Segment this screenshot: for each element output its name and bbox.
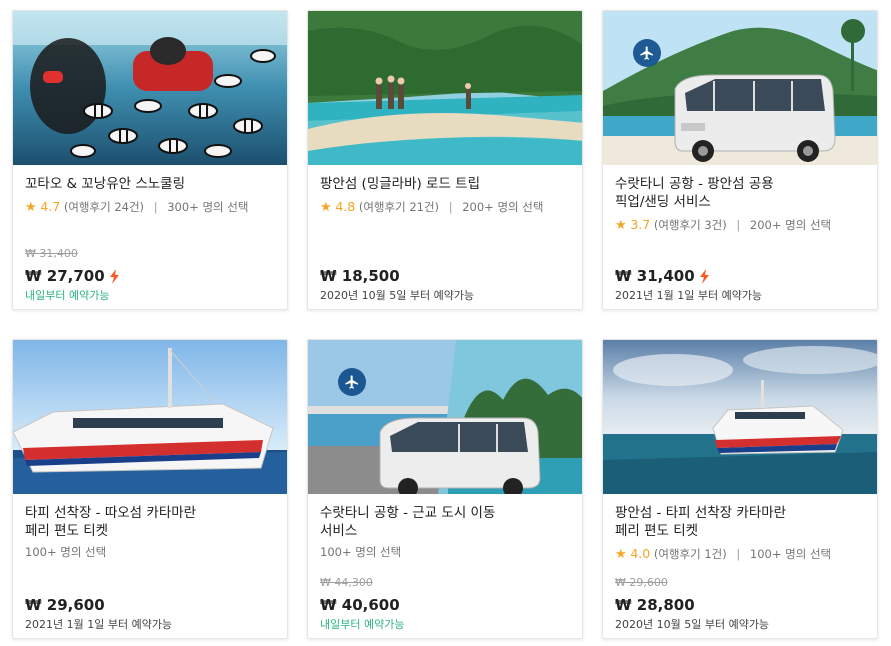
rating-value: 4.0: [630, 546, 651, 561]
product-image[interactable]: [603, 11, 877, 165]
availability-text: 2020년 10월 5일 부터 예약가능: [320, 289, 475, 302]
price-row: ₩ 28,800: [615, 596, 695, 614]
price-row: ₩ 40,600: [320, 596, 400, 614]
card-body: 팡안섬 (밍글라바) 로드 트립 ★ 4.8 (여행후기 21건) | 200+…: [320, 165, 572, 309]
review-count: (여행후기 1건): [653, 547, 727, 561]
product-image[interactable]: [603, 340, 877, 494]
price-row: ₩ 29,600: [25, 596, 105, 614]
product-title[interactable]: 꼬타오 & 꼬낭유안 스노쿨링: [25, 175, 277, 193]
product-title[interactable]: 수랏타니 공항 - 근교 도시 이동 서비스: [320, 504, 572, 540]
meta-separator: |: [153, 200, 158, 214]
price-row: ₩ 27,700: [25, 267, 120, 285]
sale-price: ₩ 28,800: [615, 596, 695, 614]
selection-count: 200+ 명의 선택: [462, 200, 544, 214]
card-body: 수랏타니 공항 - 팡안섬 공용 픽업/샌딩 서비스 ★ 3.7 (여행후기 3…: [615, 165, 867, 309]
product-title[interactable]: 수랏타니 공항 - 팡안섬 공용 픽업/샌딩 서비스: [615, 175, 867, 211]
availability-text: 2021년 1월 1일 부터 예약가능: [615, 289, 763, 302]
product-image[interactable]: [308, 340, 582, 494]
product-card[interactable]: 수랏타니 공항 - 팡안섬 공용 픽업/샌딩 서비스 ★ 3.7 (여행후기 3…: [602, 10, 878, 310]
product-title[interactable]: 팡안섬 (밍글라바) 로드 트립: [320, 175, 572, 193]
meta-separator: |: [736, 218, 741, 232]
title-line: 페리 편도 티켓: [615, 523, 699, 539]
product-grid: 꼬타오 & 꼬낭유안 스노쿨링 ★ 4.7 (여행후기 24건) | 300+ …: [12, 10, 880, 642]
selection-count: 100+ 명의 선택: [749, 547, 832, 561]
product-card[interactable]: 팡안섬 (밍글라바) 로드 트립 ★ 4.8 (여행후기 21건) | 200+…: [307, 10, 583, 310]
review-count: (여행후기 21건): [358, 200, 440, 214]
product-image[interactable]: [13, 11, 287, 165]
title-line: 서비스: [320, 523, 358, 539]
instant-confirm-bolt-icon: [699, 268, 710, 284]
title-line: 팡안섬 - 타피 선착장 카타마란: [615, 505, 787, 521]
card-body: 꼬타오 & 꼬낭유안 스노쿨링 ★ 4.7 (여행후기 24건) | 300+ …: [25, 165, 277, 309]
original-price: ₩ 29,600: [615, 576, 668, 589]
title-line: 페리 편도 티켓: [25, 523, 109, 539]
original-price: ₩ 31,400: [25, 247, 78, 260]
availability-text: 내일부터 예약가능: [25, 289, 110, 302]
product-card[interactable]: 수랏타니 공항 - 근교 도시 이동 서비스 100+ 명의 선택 ₩ 44,3…: [307, 339, 583, 639]
price-row: ₩ 18,500: [320, 267, 400, 285]
availability-text: 2020년 10월 5일 부터 예약가능: [615, 618, 770, 631]
meta-separator: |: [448, 200, 453, 214]
airplane-icon: [338, 368, 366, 396]
product-meta: 100+ 명의 선택: [320, 544, 572, 560]
meta-separator: |: [736, 547, 741, 561]
product-title[interactable]: 팡안섬 - 타피 선착장 카타마란 페리 편도 티켓: [615, 504, 867, 540]
product-card[interactable]: 팡안섬 - 타피 선착장 카타마란 페리 편도 티켓 ★ 4.0 (여행후기 1…: [602, 339, 878, 639]
star-icon: ★: [615, 218, 627, 233]
title-line: 수랏타니 공항 - 팡안섬 공용: [615, 176, 774, 192]
card-body: 팡안섬 - 타피 선착장 카타마란 페리 편도 티켓 ★ 4.0 (여행후기 1…: [615, 494, 867, 638]
sale-price: ₩ 31,400: [615, 267, 695, 285]
product-meta: ★ 4.8 (여행후기 21건) | 200+ 명의 선택: [320, 199, 572, 215]
sale-price: ₩ 40,600: [320, 596, 400, 614]
airplane-icon: [633, 39, 661, 67]
star-icon: ★: [25, 200, 37, 215]
rating-value: 4.7: [40, 199, 61, 214]
selection-count: 100+ 명의 선택: [320, 545, 402, 559]
rating-value: 4.8: [335, 199, 356, 214]
selection-count: 200+ 명의 선택: [749, 218, 832, 232]
product-meta: ★ 3.7 (여행후기 3건) | 200+ 명의 선택: [615, 217, 867, 233]
original-price: ₩ 44,300: [320, 576, 373, 589]
review-count: (여행후기 3건): [653, 218, 727, 232]
availability-text: 2021년 1월 1일 부터 예약가능: [25, 618, 173, 631]
product-meta: 100+ 명의 선택: [25, 544, 277, 560]
price-row: ₩ 31,400: [615, 267, 710, 285]
title-line: 픽업/샌딩 서비스: [615, 194, 711, 210]
sale-price: ₩ 18,500: [320, 267, 400, 285]
product-image[interactable]: [13, 340, 287, 494]
product-title[interactable]: 타피 선착장 - 따오섬 카타마란 페리 편도 티켓: [25, 504, 277, 540]
product-card[interactable]: 꼬타오 & 꼬낭유안 스노쿨링 ★ 4.7 (여행후기 24건) | 300+ …: [12, 10, 288, 310]
product-meta: ★ 4.0 (여행후기 1건) | 100+ 명의 선택: [615, 546, 867, 562]
instant-confirm-bolt-icon: [109, 268, 120, 284]
product-meta: ★ 4.7 (여행후기 24건) | 300+ 명의 선택: [25, 199, 277, 215]
card-body: 수랏타니 공항 - 근교 도시 이동 서비스 100+ 명의 선택 ₩ 44,3…: [320, 494, 572, 638]
product-image[interactable]: [308, 11, 582, 165]
star-icon: ★: [320, 200, 332, 215]
title-line: 수랏타니 공항 - 근교 도시 이동: [320, 505, 496, 521]
sale-price: ₩ 29,600: [25, 596, 105, 614]
rating-value: 3.7: [630, 217, 651, 232]
review-count: (여행후기 24건): [63, 200, 145, 214]
sale-price: ₩ 27,700: [25, 267, 105, 285]
product-card[interactable]: 타피 선착장 - 따오섬 카타마란 페리 편도 티켓 100+ 명의 선택 ₩ …: [12, 339, 288, 639]
star-icon: ★: [615, 547, 627, 562]
card-body: 타피 선착장 - 따오섬 카타마란 페리 편도 티켓 100+ 명의 선택 ₩ …: [25, 494, 277, 638]
selection-count: 300+ 명의 선택: [167, 200, 249, 214]
selection-count: 100+ 명의 선택: [25, 545, 107, 559]
title-line: 타피 선착장 - 따오섬 카타마란: [25, 505, 197, 521]
availability-text: 내일부터 예약가능: [320, 618, 405, 631]
